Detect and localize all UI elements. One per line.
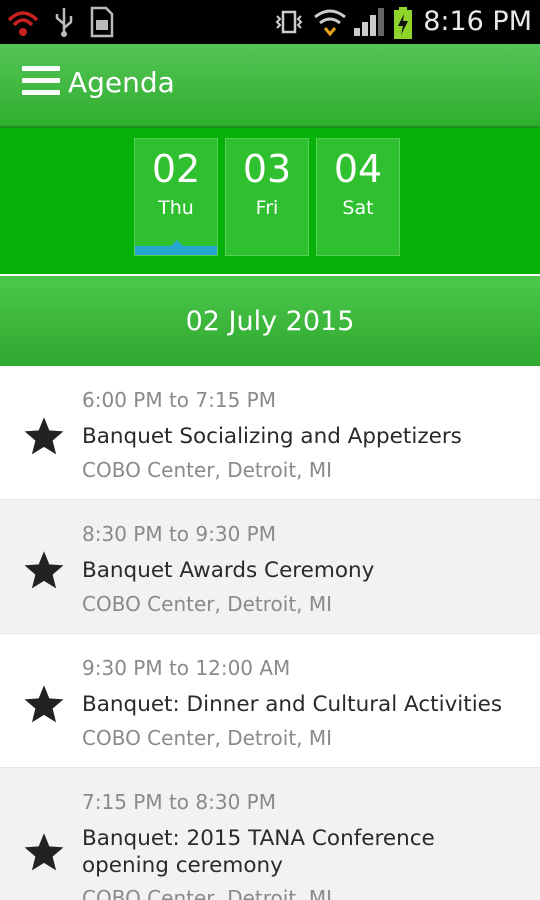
event-time: 6:00 PM to 7:15 PM [82,388,276,412]
app-bar: Agenda [0,44,540,128]
page-title: Agenda [68,66,175,99]
day-label: Thu [158,197,194,219]
day-tab-fri[interactable]: 03 Fri [225,138,309,256]
date-header: 02 July 2015 [0,276,540,366]
battery-charging-icon [394,7,412,39]
event-title: Banquet: Dinner and Cultural Activities [82,692,503,717]
day-label: Fri [255,197,279,219]
status-time: 8:16 PM [423,6,532,37]
day-number: 03 [242,147,292,191]
event-time: 8:30 PM to 9:30 PM [82,522,276,546]
day-label: Sat [342,197,374,219]
wifi-hotspot-icon [7,11,39,36]
status-bar: 8:16 PM [0,0,540,44]
event-time: 9:30 PM to 12:00 AM [82,656,291,680]
day-tab-sat[interactable]: 04 Sat [316,138,400,256]
signal-icon [354,8,384,36]
event-location: COBO Center, Detroit, MI [82,886,333,900]
list-item[interactable]: 6:00 PM to 7:15 PM Banquet Socializing a… [0,366,540,500]
vibrate-icon [275,10,303,34]
event-time: 7:15 PM to 8:30 PM [82,790,276,814]
star-icon[interactable] [22,548,66,592]
event-title: Banquet Awards Ceremony [82,558,375,583]
list-item[interactable]: 8:30 PM to 9:30 PM Banquet Awards Ceremo… [0,500,540,634]
selected-indicator [135,246,217,255]
star-icon[interactable] [22,414,66,458]
star-icon[interactable] [22,830,66,874]
day-number: 02 [151,147,201,191]
event-list: 6:00 PM to 7:15 PM Banquet Socializing a… [0,366,540,900]
event-location: COBO Center, Detroit, MI [82,726,333,750]
star-icon[interactable] [22,682,66,726]
wifi-icon [314,9,346,37]
sd-card-icon [90,6,114,38]
menu-icon[interactable] [22,66,60,96]
usb-icon [55,8,73,37]
event-location: COBO Center, Detroit, MI [82,592,333,616]
event-location: COBO Center, Detroit, MI [82,458,333,482]
event-title: Banquet: 2015 TANA Conference opening ce… [82,826,435,878]
event-title: Banquet Socializing and Appetizers [82,424,462,449]
day-selector: 02 Thu 03 Fri 04 Sat [0,128,540,274]
list-item[interactable]: 9:30 PM to 12:00 AM Banquet: Dinner and … [0,634,540,768]
day-tab-thu[interactable]: 02 Thu [134,138,218,256]
list-item[interactable]: 7:15 PM to 8:30 PM Banquet: 2015 TANA Co… [0,768,540,900]
day-number: 04 [333,147,383,191]
